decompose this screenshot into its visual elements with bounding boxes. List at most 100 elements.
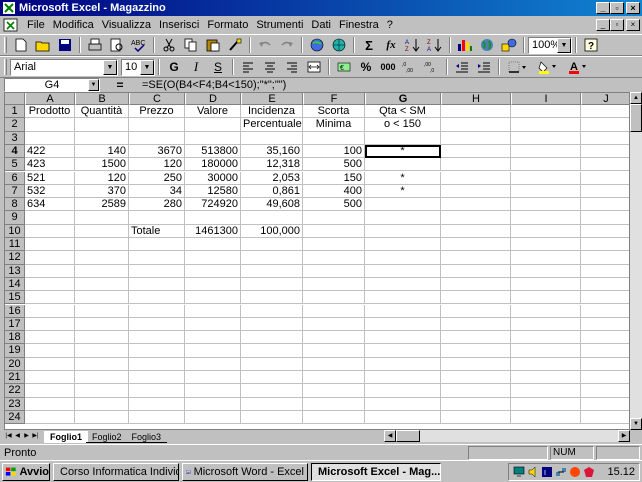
cell-e15[interactable] bbox=[241, 291, 303, 305]
cell-j4[interactable] bbox=[581, 145, 629, 159]
cell-b20[interactable] bbox=[75, 357, 129, 371]
cell-h12[interactable] bbox=[441, 251, 511, 265]
cell-c21[interactable] bbox=[129, 371, 185, 385]
cell-j9[interactable] bbox=[581, 211, 629, 225]
cell-e6[interactable]: 2,053 bbox=[241, 171, 303, 185]
cell-j12[interactable] bbox=[581, 251, 629, 265]
cell-c10[interactable]: Totale bbox=[129, 224, 185, 238]
cell-i23[interactable] bbox=[511, 397, 581, 411]
cell-d5[interactable]: 180000 bbox=[185, 158, 241, 172]
cell-b4[interactable]: 140 bbox=[75, 144, 129, 159]
cell-h8[interactable] bbox=[441, 198, 511, 212]
cell-g15[interactable] bbox=[365, 291, 441, 305]
cell-b8[interactable]: 2589 bbox=[75, 198, 129, 212]
column-header-b[interactable]: B bbox=[75, 93, 129, 105]
cell-j6[interactable] bbox=[581, 172, 629, 185]
row-header-21[interactable]: 21 bbox=[5, 371, 25, 385]
cell-h16[interactable] bbox=[441, 304, 511, 318]
cell-d10[interactable]: 1461300 bbox=[185, 224, 241, 238]
row-header-12[interactable]: 12 bbox=[5, 251, 25, 265]
cell-a1[interactable]: Prodotto bbox=[25, 105, 75, 119]
cell-c8[interactable]: 280 bbox=[129, 198, 185, 212]
row-header-4[interactable]: 4 bbox=[5, 144, 25, 159]
cell-g13[interactable] bbox=[365, 264, 441, 278]
toolbar-grip[interactable] bbox=[4, 37, 7, 53]
column-header-e[interactable]: E bbox=[241, 93, 303, 105]
cell-e11[interactable] bbox=[241, 238, 303, 252]
cell-b11[interactable] bbox=[75, 238, 129, 252]
font-color-button[interactable]: A bbox=[563, 57, 593, 77]
cell-b6[interactable]: 120 bbox=[75, 171, 129, 185]
cell-e22[interactable] bbox=[241, 384, 303, 398]
cell-h22[interactable] bbox=[441, 384, 511, 398]
print-preview-button[interactable] bbox=[106, 35, 128, 55]
task-corso-informatica[interactable]: Corso Informatica Individuale bbox=[53, 462, 179, 481]
row-header-15[interactable]: 15 bbox=[5, 291, 25, 305]
cell-h4[interactable] bbox=[441, 144, 511, 159]
hyperlink-button[interactable] bbox=[306, 35, 328, 55]
cell-c19[interactable] bbox=[129, 344, 185, 358]
row-header-19[interactable]: 19 bbox=[5, 344, 25, 358]
cell-g5[interactable] bbox=[365, 158, 441, 172]
row-header-3[interactable]: 3 bbox=[5, 131, 25, 145]
cell-i10[interactable] bbox=[511, 224, 581, 238]
cell-g17[interactable] bbox=[365, 317, 441, 332]
chevron-down-icon[interactable]: ▼ bbox=[140, 59, 154, 75]
undo-button[interactable] bbox=[254, 35, 276, 55]
row-header-8[interactable]: 8 bbox=[5, 198, 25, 212]
cell-h23[interactable] bbox=[441, 397, 511, 411]
cell-d4[interactable]: 513800 bbox=[185, 144, 241, 159]
cell-h2[interactable] bbox=[441, 118, 511, 132]
cell-j19[interactable] bbox=[581, 344, 629, 358]
doc-minimize-button[interactable]: _ bbox=[596, 19, 610, 31]
scroll-left-button[interactable]: ◀ bbox=[384, 430, 396, 442]
monitor-icon[interactable] bbox=[513, 466, 525, 478]
cell-e2[interactable]: Percentuale bbox=[241, 118, 303, 132]
cell-c15[interactable] bbox=[129, 291, 185, 305]
first-sheet-icon[interactable]: |◀ bbox=[4, 431, 13, 442]
cell-g3[interactable] bbox=[365, 131, 441, 145]
cell-i4[interactable] bbox=[511, 144, 581, 159]
cell-i2[interactable] bbox=[511, 118, 581, 132]
cell-f3[interactable] bbox=[303, 131, 365, 145]
cell-g22[interactable] bbox=[365, 384, 441, 398]
cell-d1[interactable]: Valore bbox=[185, 105, 241, 119]
cell-g14[interactable] bbox=[365, 277, 441, 292]
cell-f7[interactable]: 400 bbox=[303, 184, 365, 199]
spelling-button[interactable]: ABC bbox=[128, 35, 150, 55]
align-right-button[interactable] bbox=[281, 57, 303, 77]
task-word[interactable]: W Microsoft Word - Excel bbox=[182, 462, 308, 481]
cell-g1[interactable]: Qta < SM bbox=[365, 105, 441, 119]
scheduler-icon[interactable] bbox=[569, 466, 581, 478]
font-size-select[interactable]: 10 ▼ bbox=[121, 58, 155, 76]
cell-a7[interactable]: 532 bbox=[25, 184, 75, 199]
horizontal-scroll-thumb[interactable] bbox=[396, 430, 420, 442]
menu-strumenti[interactable]: Strumenti bbox=[252, 19, 307, 31]
cell-h17[interactable] bbox=[441, 317, 511, 332]
sort-ascending-button[interactable]: AZ bbox=[402, 35, 424, 55]
new-button[interactable] bbox=[10, 35, 32, 55]
row-header-20[interactable]: 20 bbox=[5, 357, 25, 371]
cell-a5[interactable]: 423 bbox=[25, 158, 75, 172]
cell-g4[interactable]: * bbox=[365, 144, 441, 159]
row-header-18[interactable]: 18 bbox=[5, 331, 25, 345]
cell-e20[interactable] bbox=[241, 357, 303, 371]
cell-g8[interactable] bbox=[365, 198, 441, 212]
cell-j15[interactable] bbox=[581, 291, 629, 305]
cell-e19[interactable] bbox=[241, 344, 303, 358]
cell-e8[interactable]: 49,608 bbox=[241, 198, 303, 212]
italic-button[interactable]: I bbox=[185, 57, 207, 77]
doc-restore-button[interactable]: ▫ bbox=[610, 19, 624, 31]
autosum-button[interactable]: Σ bbox=[358, 35, 380, 55]
cell-g23[interactable] bbox=[365, 397, 441, 411]
cell-g11[interactable] bbox=[365, 238, 441, 252]
align-center-button[interactable] bbox=[259, 57, 281, 77]
cell-f21[interactable] bbox=[303, 371, 365, 385]
cell-e21[interactable] bbox=[241, 371, 303, 385]
cell-d11[interactable] bbox=[185, 238, 241, 252]
cell-i13[interactable] bbox=[511, 264, 581, 278]
cell-f9[interactable] bbox=[303, 211, 365, 225]
align-left-button[interactable] bbox=[237, 57, 259, 77]
cell-d22[interactable] bbox=[185, 384, 241, 398]
cell-f12[interactable] bbox=[303, 251, 365, 265]
